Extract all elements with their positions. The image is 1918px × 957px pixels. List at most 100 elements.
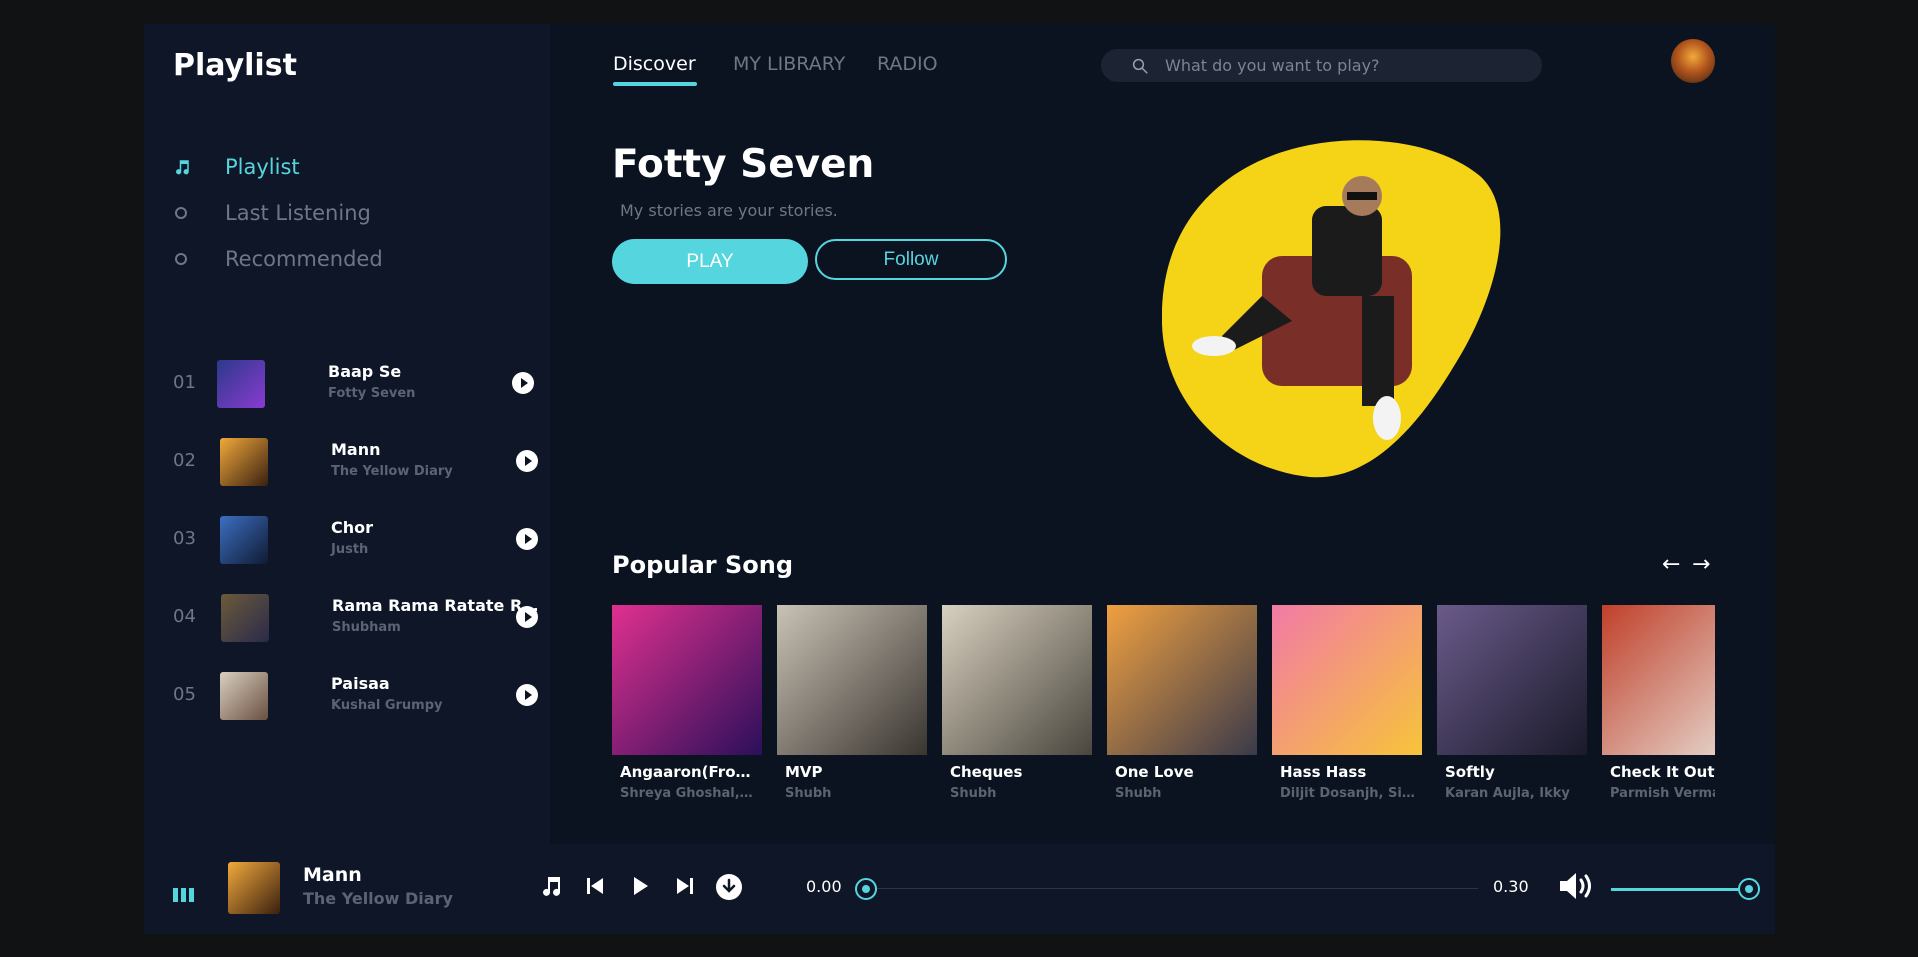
track-title: Baap Se <box>328 362 402 381</box>
song-artist: Shreya Ghoshal,Devi Sri Prasad <box>620 786 762 801</box>
user-avatar[interactable] <box>1671 39 1715 83</box>
song-artist: Shubh <box>1115 786 1162 801</box>
song-title: Hass Hass <box>1280 763 1367 781</box>
song-title: Softly <box>1445 763 1495 781</box>
song-card[interactable]: Cheques Shubh <box>942 605 1092 801</box>
nav-item-last-listening[interactable]: Last Listening <box>173 198 371 228</box>
track-number: 02 <box>173 450 196 471</box>
popular-songs-carousel: Angaaron(From "Pushpa 2") Shreya Ghoshal… <box>612 605 1715 835</box>
track-title: Rama Rama Ratate Rata Re <box>332 596 544 615</box>
skip-previous-icon[interactable] <box>583 874 607 902</box>
song-artist: Shubh <box>785 786 832 801</box>
track-title: Mann <box>331 440 381 459</box>
follow-button[interactable]: Follow <box>815 239 1007 280</box>
track-number: 01 <box>173 372 196 393</box>
song-cover <box>1437 605 1587 755</box>
track-artist: Shubham <box>332 620 401 635</box>
track-cover <box>217 360 265 408</box>
tab-my-library[interactable]: MY LIBRARY <box>733 53 845 75</box>
music-app: Playlist Playlist Last Listening Recomme… <box>144 24 1775 934</box>
artist-tagline: My stories are your stories. <box>620 201 838 220</box>
track-artist: The Yellow Diary <box>331 464 453 479</box>
volume-slider[interactable] <box>1611 888 1749 891</box>
track-artist: Fotty Seven <box>328 386 416 401</box>
circle-icon <box>173 253 195 265</box>
current-time: 0.00 <box>806 877 842 896</box>
play-button[interactable]: PLAY <box>612 239 808 284</box>
active-tab-indicator <box>613 82 697 86</box>
song-title: One Love <box>1115 763 1194 781</box>
section-title: Popular Song <box>612 551 793 579</box>
nav-item-label: Recommended <box>225 247 383 271</box>
track-row[interactable]: 04 Rama Rama Ratate Rata Re Shubham <box>173 589 544 645</box>
nav-item-label: Playlist <box>225 155 300 179</box>
search-bar[interactable] <box>1101 49 1542 82</box>
progress-handle[interactable] <box>855 878 877 900</box>
nav-item-label: Last Listening <box>225 201 371 225</box>
song-artist: Parmish Verma <box>1610 786 1715 801</box>
track-row[interactable]: 02 Mann The Yellow Diary <box>173 433 538 489</box>
song-cover <box>777 605 927 755</box>
total-time: 0.30 <box>1493 877 1529 896</box>
sidebar: Playlist Playlist Last Listening Recomme… <box>144 24 550 844</box>
song-card[interactable]: Hass Hass Diljit Dosanjh, Sia, Greg Kurs… <box>1272 605 1422 801</box>
equalizer-icon <box>173 888 194 902</box>
track-title: Paisaa <box>331 674 390 693</box>
song-artist: Karan Aujla, Ikky <box>1445 786 1570 801</box>
track-cover <box>220 672 268 720</box>
track-artist: Justh <box>331 542 369 557</box>
song-artist: Shubh <box>950 786 997 801</box>
tab-radio[interactable]: RADIO <box>877 53 938 75</box>
player-bar: Mann The Yellow Diary 0.00 0.30 <box>144 844 1775 934</box>
play-icon[interactable] <box>516 450 538 472</box>
play-icon[interactable] <box>516 684 538 706</box>
song-card[interactable]: One Love Shubh <box>1107 605 1257 801</box>
track-cover <box>220 516 268 564</box>
circle-icon <box>173 207 195 219</box>
song-card[interactable]: Angaaron(From "Pushpa 2") Shreya Ghoshal… <box>612 605 762 801</box>
song-title: Cheques <box>950 763 1023 781</box>
track-row[interactable]: 05 Paisaa Kushal Grumpy <box>173 667 538 723</box>
arrow-left-icon[interactable]: ← <box>1662 552 1680 577</box>
now-playing-title: Mann <box>303 864 362 886</box>
volume-icon[interactable] <box>1557 870 1595 906</box>
music-note-icon <box>173 158 195 176</box>
play-icon[interactable] <box>512 372 534 394</box>
track-artist: Kushal Grumpy <box>331 698 443 713</box>
track-row[interactable]: 03 Chor Justh <box>173 511 538 567</box>
sidebar-title: Playlist <box>173 48 297 83</box>
download-icon[interactable] <box>716 874 742 904</box>
song-card[interactable]: Check It Out Parmish Verma <box>1602 605 1715 801</box>
skip-next-icon[interactable] <box>673 874 697 902</box>
song-card[interactable]: Softly Karan Aujla, Ikky <box>1437 605 1587 801</box>
track-title: Chor <box>331 518 374 537</box>
volume-handle[interactable] <box>1738 878 1760 900</box>
search-input[interactable] <box>1163 55 1537 76</box>
track-number: 04 <box>173 606 196 627</box>
track-cover <box>220 438 268 486</box>
song-card[interactable]: MVP Shubh <box>777 605 927 801</box>
arrow-right-icon[interactable]: → <box>1692 552 1710 577</box>
song-artist: Diljit Dosanjh, Sia, Greg Kurstin <box>1280 786 1422 801</box>
track-number: 03 <box>173 528 196 549</box>
song-cover <box>942 605 1092 755</box>
play-icon[interactable] <box>628 874 652 902</box>
play-icon[interactable] <box>516 528 538 550</box>
nav-item-playlist[interactable]: Playlist <box>173 152 300 182</box>
nav-item-recommended[interactable]: Recommended <box>173 244 383 274</box>
track-row[interactable]: 01 Baap Se Fotty Seven <box>173 355 538 411</box>
song-cover <box>1107 605 1257 755</box>
song-title: Angaaron(From "Pushpa 2") <box>620 763 762 781</box>
tab-discover[interactable]: Discover <box>613 53 696 75</box>
artist-hero-image <box>1161 136 1508 482</box>
music-note-icon[interactable] <box>539 874 563 902</box>
song-title: Check It Out <box>1610 763 1715 781</box>
track-number: 05 <box>173 684 196 705</box>
song-cover <box>1272 605 1422 755</box>
song-title: MVP <box>785 763 823 781</box>
play-icon[interactable] <box>516 606 538 628</box>
now-playing-artist: The Yellow Diary <box>303 889 453 908</box>
progress-track[interactable] <box>866 888 1478 889</box>
song-cover <box>612 605 762 755</box>
artist-name: Fotty Seven <box>612 142 875 187</box>
